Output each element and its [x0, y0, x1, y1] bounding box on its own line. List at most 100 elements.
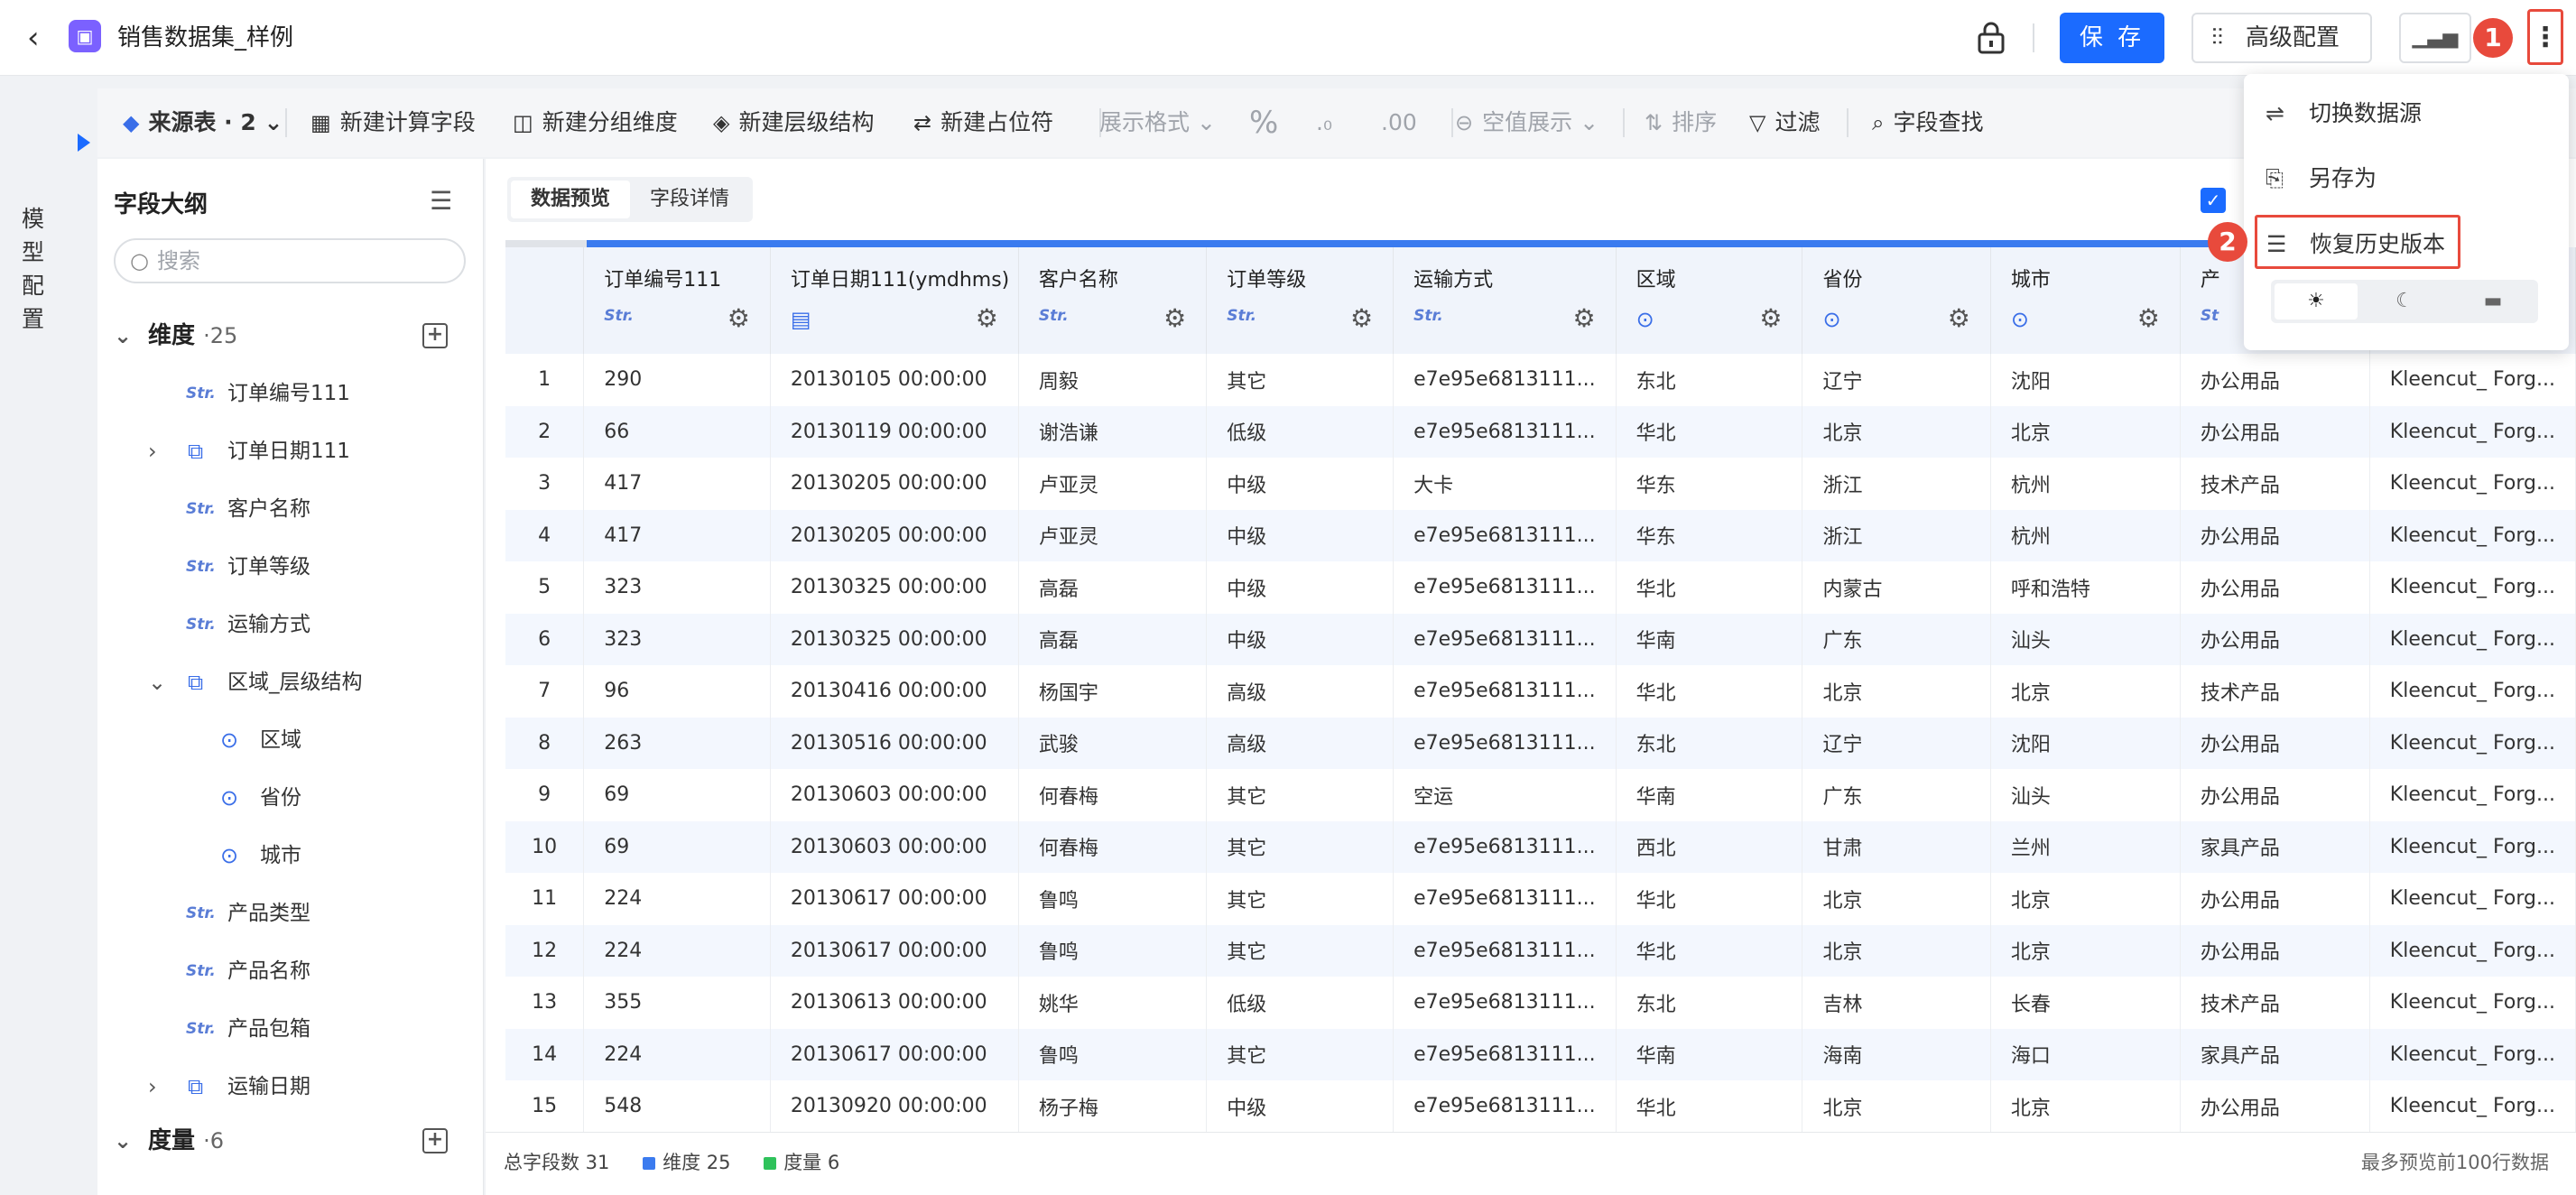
back-arrow-icon[interactable]: ‹: [27, 22, 54, 54]
tree-item[interactable]: Str. 订单等级: [97, 538, 484, 596]
tree-item[interactable]: Str. 产品类型: [97, 885, 484, 942]
location-pin-icon: ⊙: [220, 785, 239, 811]
table-cell: 海南: [1802, 1028, 1991, 1080]
chevron-down-icon[interactable]: ⌄: [148, 653, 166, 711]
table-row[interactable]: 12 224 20130617 00:00:00 鲁鸣 其它 e7e95e6813111.…: [505, 924, 2576, 977]
table-row[interactable]: 15 548 20130920 00:00:00 杨子梅 中级 e7e95e6813111…: [505, 1080, 2576, 1133]
menu-item-save-as[interactable]: ⎘ 另存为: [2266, 152, 2377, 206]
column-header[interactable]: 订单等级 Str. ⚙: [1206, 247, 1395, 354]
table-cell: 浙江: [1802, 509, 1991, 561]
sun-icon[interactable]: ☀: [2275, 283, 2358, 320]
model-config-tab[interactable]: 模型配置: [22, 202, 49, 336]
decrease-decimal-icon[interactable]: .₀: [1316, 88, 1332, 157]
dataset-cube-icon: ▣: [69, 20, 101, 52]
table-cell: 东北: [1616, 354, 1803, 406]
table-cell: 北京: [1802, 924, 1991, 977]
dimension-group[interactable]: ⌄ 维度 ·25 +: [97, 307, 484, 365]
column-header[interactable]: 省份 ⊙ ⚙: [1802, 247, 1991, 354]
tree-item[interactable]: Str. 产品包箱: [97, 1000, 484, 1058]
tree-item[interactable]: › ⧉ 运输日期: [97, 1058, 484, 1116]
table-cell: 低级: [1206, 405, 1395, 458]
tree-item[interactable]: › ⧉ 订单日期111: [97, 422, 484, 480]
table-cell: 20130613 00:00:00: [770, 977, 1019, 1029]
tree-item[interactable]: Str. 订单编号111: [97, 365, 484, 422]
monitor-icon[interactable]: ▬: [2451, 283, 2534, 320]
moon-icon[interactable]: ☾: [2363, 283, 2446, 320]
gear-icon[interactable]: ⚙: [1948, 303, 1970, 333]
table-cell: Kleencut_ Forg...: [2369, 873, 2576, 925]
chevron-right-icon[interactable]: ›: [148, 1058, 157, 1116]
display-format-dropdown[interactable]: 展示格式 ⌄: [1099, 88, 1216, 157]
gear-icon[interactable]: ⚙: [976, 303, 998, 333]
table-cell: 家具产品: [2180, 1028, 2370, 1080]
lock-icon[interactable]: [1975, 20, 2007, 56]
menu-item-restore-history[interactable]: ☰ 恢复历史版本: [2255, 215, 2461, 269]
advanced-config-button[interactable]: ⫶⫶ 高级配置: [2191, 13, 2372, 63]
new-group-dimension-button[interactable]: ◫ 新建分组维度: [513, 88, 678, 157]
gear-icon[interactable]: ⚙: [727, 303, 750, 333]
table-row[interactable]: 6 323 20130325 00:00:00 高磊 中级 e7e95e6813111..…: [505, 613, 2576, 665]
table-row[interactable]: 13 355 20130613 00:00:00 姚华 低级 e7e95e6813111.…: [505, 977, 2576, 1029]
string-type-icon: Str.: [186, 616, 216, 634]
option-checkbox[interactable]: ✓: [2201, 188, 2226, 213]
gear-icon[interactable]: ⚙: [1163, 303, 1186, 333]
gear-icon[interactable]: ⚙: [2137, 303, 2160, 333]
source-table-dropdown[interactable]: ◆ 来源表 · 2 ⌄: [123, 88, 283, 157]
tab-field-details[interactable]: 字段详情: [630, 181, 749, 218]
tab-data-preview[interactable]: 数据预览: [511, 181, 631, 218]
tree-item[interactable]: Str. 客户名称: [97, 480, 484, 538]
tree-item[interactable]: ⊙ 城市: [97, 827, 484, 885]
column-header[interactable]: 客户名称 Str. ⚙: [1018, 247, 1208, 354]
chevron-right-icon[interactable]: ›: [148, 422, 157, 480]
more-menu-button[interactable]: ⋮: [2527, 9, 2563, 65]
gear-icon[interactable]: ⚙: [1759, 303, 1782, 333]
table-cell: 汕头: [1990, 613, 2181, 665]
table-row[interactable]: 2 66 20130119 00:00:00 谢浩谦 低级 e7e95e6813111..…: [505, 405, 2576, 458]
tree-item[interactable]: ⌄ ⧉ 区域_层级结构: [97, 653, 484, 711]
table-row[interactable]: 8 263 20130516 00:00:00 武骏 高级 e7e95e6813111..…: [505, 717, 2576, 769]
table-row[interactable]: 9 69 20130603 00:00:00 何春梅 其它 空运 华南 广东 汕头 办公用品 Kle…: [505, 769, 2576, 821]
column-header[interactable]: 订单编号111 Str. ⚙: [583, 247, 771, 354]
column-header[interactable]: 区域 ⊙ ⚙: [1616, 247, 1803, 354]
tree-item[interactable]: ⊙ 区域: [97, 711, 484, 769]
table-cell: 空运: [1393, 769, 1617, 821]
measure-group[interactable]: ⌄ 度量 ·6 +: [97, 1112, 484, 1170]
measure-count: ·6: [203, 1128, 224, 1153]
collapse-list-icon[interactable]: ☰: [430, 186, 452, 216]
table-row[interactable]: 5 323 20130325 00:00:00 高磊 中级 e7e95e6813111..…: [505, 561, 2576, 614]
rail-expand-arrow-icon[interactable]: [78, 134, 90, 152]
tree-item[interactable]: Str. 产品名称: [97, 942, 484, 1000]
new-hierarchy-button[interactable]: ◈ 新建层级结构: [713, 88, 874, 157]
gear-icon[interactable]: ⚙: [1350, 303, 1373, 333]
table-row[interactable]: 1 290 20130105 00:00:00 周毅 其它 e7e95e6813111..…: [505, 354, 2576, 406]
new-calc-field-button[interactable]: ▦ 新建计算字段: [310, 88, 476, 157]
table-row[interactable]: 4 417 20130205 00:00:00 卢亚灵 中级 e7e95e6813111.…: [505, 509, 2576, 561]
add-folder-icon[interactable]: +: [422, 323, 448, 348]
field-search-input[interactable]: ○ 搜索: [114, 238, 466, 283]
add-folder-icon[interactable]: +: [422, 1128, 448, 1153]
filter-button[interactable]: ▽ 过滤: [1749, 88, 1820, 157]
column-header[interactable]: 城市 ⊙ ⚙: [1990, 247, 2181, 354]
sort-button[interactable]: ⇅ 排序: [1645, 88, 1717, 157]
table-row[interactable]: 14 224 20130617 00:00:00 鲁鸣 其它 e7e95e6813111.…: [505, 1028, 2576, 1080]
menu-item-switch-source[interactable]: ⇌ 切换数据源: [2266, 87, 2422, 141]
gear-icon[interactable]: ⚙: [1573, 303, 1596, 333]
table-cell: Kleencut_ Forg...: [2369, 820, 2576, 873]
increase-decimal-icon[interactable]: .00: [1381, 88, 1417, 157]
table-row[interactable]: 7 96 20130416 00:00:00 杨国宇 高级 e7e95e6813111..…: [505, 665, 2576, 718]
table-row[interactable]: 10 69 20130603 00:00:00 何春梅 其它 e7e95e6813111.…: [505, 820, 2576, 873]
chart-button[interactable]: ▁▃▅: [2399, 13, 2471, 63]
save-button[interactable]: 保 存: [2060, 13, 2164, 63]
tree-item[interactable]: Str. 运输方式: [97, 596, 484, 653]
string-type-icon: Str.: [186, 962, 216, 980]
tree-item[interactable]: ⊙ 省份: [97, 769, 484, 827]
field-search-button[interactable]: ⌕ 字段查找: [1872, 88, 1983, 157]
column-header[interactable]: 运输方式 Str. ⚙: [1393, 247, 1617, 354]
table-row[interactable]: 3 417 20130205 00:00:00 卢亚灵 中级 大卡 华东 浙江 杭州 技术产品 Kl…: [505, 458, 2576, 510]
table-row[interactable]: 11 224 20130617 00:00:00 鲁鸣 其它 e7e95e6813111.…: [505, 873, 2576, 925]
null-display-dropdown[interactable]: ⊖ 空值展示 ⌄: [1455, 88, 1598, 157]
layers-icon: ◈: [713, 110, 730, 135]
percent-icon[interactable]: %: [1249, 88, 1278, 157]
column-header[interactable]: 订单日期111(ymdhms) ▤ ⚙: [770, 247, 1019, 354]
new-placeholder-button[interactable]: ⇄ 新建占位符: [913, 88, 1053, 157]
